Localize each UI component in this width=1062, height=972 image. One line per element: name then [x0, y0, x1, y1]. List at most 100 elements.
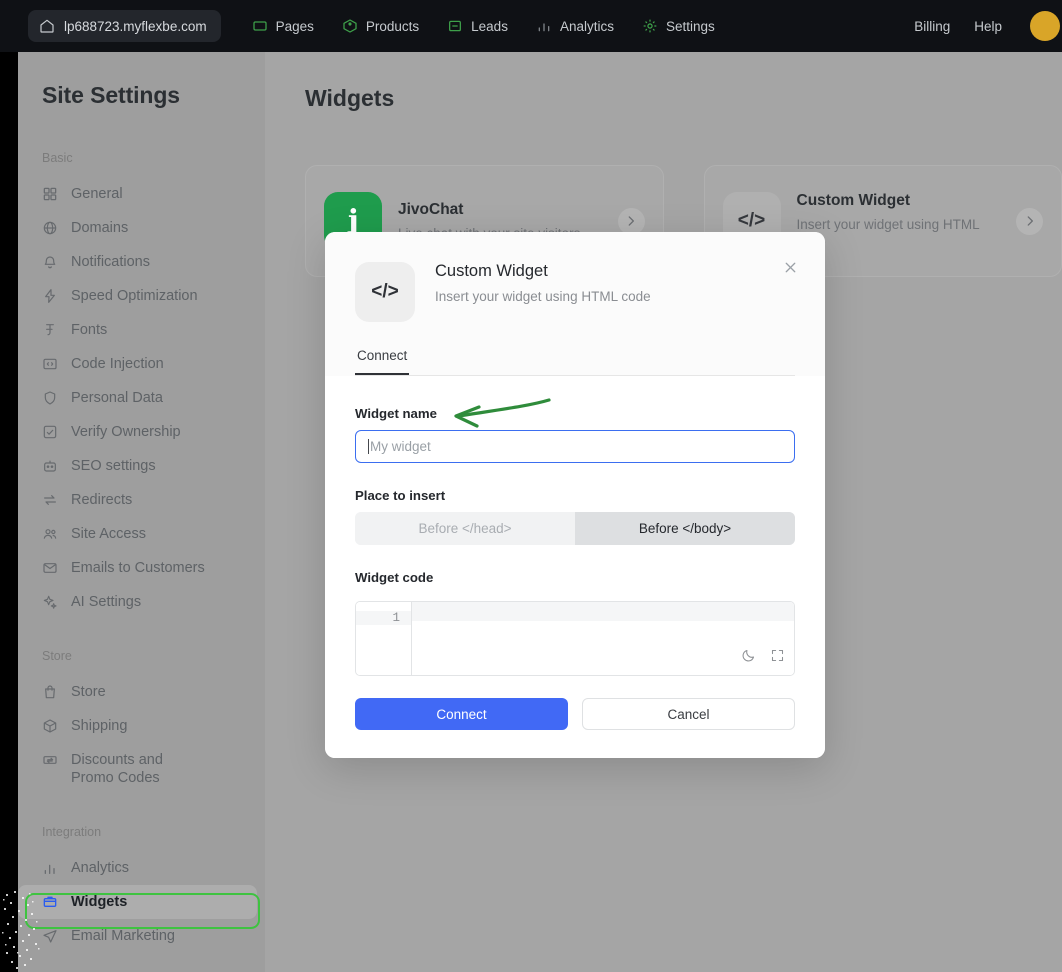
sidebar-label-notifications: Notifications [71, 254, 150, 270]
check-box-icon [42, 424, 58, 440]
connect-button[interactable]: Connect [355, 698, 568, 730]
top-navigation-bar: lp688723.myflexbe.com Pages Products Lea… [0, 0, 1062, 52]
sidebar-label-shipping: Shipping [71, 718, 128, 734]
modal-tabs: Connect [355, 348, 795, 376]
place-to-insert-group: Place to insert Before </head> Before </… [355, 488, 795, 545]
sidebar-item-speed-optimization[interactable]: Speed Optimization [18, 279, 257, 313]
sidebar-item-personal-data[interactable]: Personal Data [18, 381, 257, 415]
widget-card-description: Insert your widget using HTML code [796, 217, 980, 249]
site-domain-pill[interactable]: lp688723.myflexbe.com [28, 10, 221, 42]
widget-card-text: Custom Widget Insert your widget using H… [797, 192, 1001, 250]
custom-widget-modal: </> Custom Widget Insert your widget usi… [325, 232, 825, 758]
sidebar-item-site-access[interactable]: Site Access [18, 517, 257, 551]
billing-link[interactable]: Billing [914, 19, 950, 34]
mail-icon [42, 560, 58, 576]
widgets-icon [42, 894, 58, 910]
sidebar-label-domains: Domains [71, 220, 129, 236]
sidebar-label-general: General [71, 186, 123, 202]
segment-before-head[interactable]: Before </head> [355, 512, 575, 545]
sidebar-item-discounts-promo-codes[interactable]: Discounts and Promo Codes [18, 743, 257, 795]
widget-code-editor[interactable]: 1 [355, 601, 795, 676]
pages-icon [252, 18, 268, 34]
sidebar-item-seo-settings[interactable]: SEO settings [18, 449, 257, 483]
sidebar-item-emails-to-customers[interactable]: Emails to Customers [18, 551, 257, 585]
globe-icon [42, 220, 58, 236]
nav-label-settings: Settings [665, 18, 715, 34]
sidebar-item-domains[interactable]: Domains [18, 211, 257, 245]
sidebar-label-verify-ownership: Verify Ownership [71, 424, 181, 440]
chevron-right-icon[interactable] [1016, 207, 1043, 235]
products-icon [342, 18, 358, 34]
sidebar-item-shipping[interactable]: Shipping [18, 709, 257, 743]
sidebar-label-analytics: Analytics [71, 860, 130, 876]
widget-name-input[interactable]: My widget [355, 430, 795, 463]
sidebar-label-email-marketing: Email Marketing [71, 928, 175, 944]
widget-code-group: Widget code 1 [355, 570, 795, 676]
send-icon [42, 928, 58, 944]
widget-card-name: JivoChat [398, 200, 464, 218]
leads-icon [447, 18, 463, 34]
segment-before-body[interactable]: Before </body> [575, 512, 795, 545]
nav-item-pages[interactable]: Pages [241, 9, 325, 43]
modal-header: </> Custom Widget Insert your widget usi… [325, 232, 825, 376]
cancel-button[interactable]: Cancel [582, 698, 795, 730]
code-gutter: 1 [356, 602, 412, 675]
widget-name-placeholder: My widget [370, 439, 431, 454]
bolt-icon [42, 288, 58, 304]
app-screen: lp688723.myflexbe.com Pages Products Lea… [0, 0, 1062, 972]
sidebar-label-store: Store [71, 684, 106, 700]
sidebar-item-analytics[interactable]: Analytics [18, 851, 257, 885]
widget-name-label: Widget name [355, 406, 437, 421]
sidebar-label-site-access: Site Access [71, 526, 146, 542]
bag-icon [42, 684, 58, 700]
text-caret [368, 439, 369, 454]
sidebar-label-fonts: Fonts [71, 322, 108, 338]
sidebar-item-store[interactable]: Store [18, 675, 257, 709]
sidebar-label-redirects: Redirects [71, 492, 133, 508]
close-icon[interactable] [777, 254, 803, 280]
sidebar-title: Site Settings [42, 82, 181, 108]
site-domain-label: lp688723.myflexbe.com [64, 18, 207, 34]
modal-header-text: Custom Widget Insert your widget using H… [435, 262, 651, 306]
sidebar-item-verify-ownership[interactable]: Verify Ownership [18, 415, 257, 449]
code-icon: </> [355, 262, 415, 322]
nav-item-products[interactable]: Products [331, 9, 430, 43]
sidebar-item-fonts[interactable]: Fonts [18, 313, 257, 347]
code-input-area[interactable] [412, 602, 794, 675]
sidebar-item-ai-settings[interactable]: AI Settings [18, 585, 257, 619]
sidebar-label-widgets: Widgets [71, 894, 128, 910]
active-line-highlight [412, 602, 794, 621]
fullscreen-icon[interactable] [770, 648, 785, 668]
code-editor-tools [741, 648, 785, 668]
moon-icon[interactable] [741, 648, 756, 668]
sidebar-label-emails-to-customers: Emails to Customers [71, 560, 205, 576]
sidebar-label-personal-data: Personal Data [71, 390, 163, 406]
sidebar-item-widgets[interactable]: Widgets [18, 885, 257, 919]
sidebar-label-discounts-promo-codes: Discounts and Promo Codes [71, 752, 163, 786]
tab-connect[interactable]: Connect [355, 348, 410, 375]
users-icon [42, 526, 58, 542]
help-link[interactable]: Help [974, 19, 1002, 34]
sidebar-item-email-marketing[interactable]: Email Marketing [18, 919, 257, 953]
nav-item-settings[interactable]: Settings [631, 9, 726, 43]
nav-item-leads[interactable]: Leads [436, 9, 519, 43]
shield-icon [42, 390, 58, 406]
robot-icon [42, 458, 58, 474]
nav-item-analytics[interactable]: Analytics [525, 9, 625, 43]
sidebar-item-general[interactable]: General [18, 177, 257, 211]
sidebar-group-basic: Basic [42, 151, 73, 165]
code-line-number: 1 [356, 611, 411, 625]
box-icon [42, 718, 58, 734]
sidebar-item-code-injection[interactable]: Code Injection [18, 347, 257, 381]
font-icon [42, 322, 58, 338]
top-nav-items: Pages Products Leads Analytics Settings [241, 9, 726, 43]
avatar[interactable] [1030, 11, 1060, 41]
sidebar-group-integration: Integration [42, 825, 102, 839]
analytics-icon [536, 18, 552, 34]
chevron-right-icon[interactable] [617, 207, 645, 235]
sparkle-icon [42, 594, 58, 610]
code-box-icon [42, 356, 58, 372]
top-nav-right: Billing Help [914, 11, 1060, 41]
sidebar-item-notifications[interactable]: Notifications [18, 245, 257, 279]
sidebar-item-redirects[interactable]: Redirects [18, 483, 257, 517]
